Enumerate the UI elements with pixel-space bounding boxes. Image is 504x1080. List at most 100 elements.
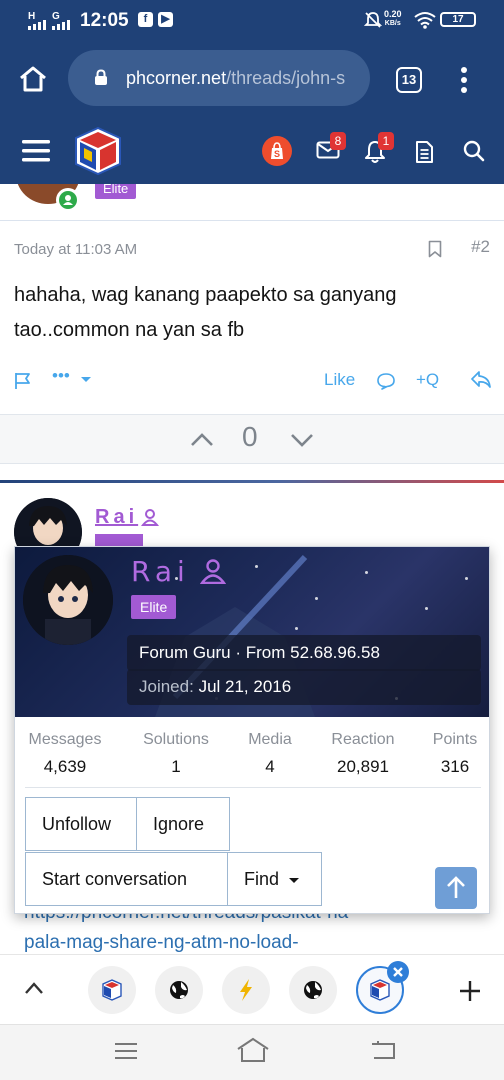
site-header: S 8 1: [0, 120, 504, 184]
post-divider-gradient: [0, 480, 504, 483]
post-username[interactable]: Rai: [95, 506, 138, 529]
user-icon: [200, 559, 226, 584]
arrow-up-icon: [447, 876, 465, 898]
stat-media-label[interactable]: Media: [239, 731, 301, 749]
browser-toolbar: phcorner.net/threads/john-s 13: [0, 40, 504, 120]
chevron-up-icon[interactable]: [24, 981, 44, 995]
tab-switcher-button[interactable]: 13: [396, 67, 422, 93]
divider: [25, 787, 481, 788]
globe-icon: [170, 981, 188, 999]
like-button[interactable]: Like: [324, 370, 355, 390]
online-person-icon: [59, 191, 77, 209]
shop-button[interactable]: S: [262, 136, 292, 166]
card-title-line: Forum Guru · From 52.68.96.58: [127, 635, 481, 671]
tab-thumbnail[interactable]: [222, 966, 270, 1014]
vote-bar: 0: [0, 414, 504, 464]
signal-bars-icon-2: [52, 20, 70, 30]
online-status: [56, 188, 80, 212]
recents-menu-icon[interactable]: [114, 1041, 138, 1061]
post-body: hahaha, wag kanang paapekto sa ganyang t…: [14, 284, 397, 341]
unfollow-button[interactable]: Unfollow: [25, 797, 137, 851]
tab-thumbnail[interactable]: [88, 966, 136, 1014]
comment-icon[interactable]: [376, 372, 396, 390]
lock-icon: [95, 69, 107, 85]
banner-star: [315, 597, 318, 600]
home-icon[interactable]: [18, 65, 48, 93]
url-text: phcorner.net/threads/john-s: [126, 68, 345, 89]
status-bar: H G 12:05 f ▶ 0.20 KB/s 17: [0, 0, 504, 40]
card-username[interactable]: Rai: [131, 555, 190, 588]
network-speed-value: 0.20: [384, 9, 402, 19]
battery-indicator: 17: [440, 12, 476, 27]
card-rank-badge: Elite: [131, 595, 177, 619]
facebook-notification-icon: f: [138, 12, 153, 27]
banner-star: [465, 577, 468, 580]
svg-text:S: S: [274, 149, 280, 159]
search-icon[interactable]: [463, 140, 485, 162]
tab-thumbnail[interactable]: [155, 966, 203, 1014]
tab-thumbnail[interactable]: [289, 966, 337, 1014]
back-icon[interactable]: [370, 1041, 396, 1061]
chevron-up-icon[interactable]: [190, 431, 214, 447]
new-tab-plus-icon[interactable]: [458, 979, 482, 1003]
browser-tab-strip: [0, 954, 504, 1024]
home-icon[interactable]: [236, 1037, 270, 1065]
stat-points-label[interactable]: Points: [425, 731, 485, 749]
vote-score: 0: [242, 421, 258, 452]
stat-solutions-value[interactable]: 1: [133, 757, 219, 777]
chevron-down-icon: [81, 377, 91, 382]
ignore-button[interactable]: Ignore: [136, 797, 230, 851]
rank-badge: Elite: [95, 184, 137, 199]
avatar-anime-icon: [23, 555, 113, 645]
hamburger-menu-icon[interactable]: [22, 139, 50, 163]
chevron-down-icon[interactable]: [290, 433, 314, 449]
report-flag-icon[interactable]: [14, 372, 32, 390]
stat-points-value[interactable]: 316: [425, 757, 485, 777]
network-speed-unit: KB/s: [384, 20, 401, 27]
network-speed: 0.20 KB/s: [384, 10, 402, 28]
user-icon: [141, 509, 159, 526]
wifi-icon: [414, 12, 436, 29]
document-icon[interactable]: [414, 140, 434, 164]
url-domain: phcorner.net: [126, 68, 227, 88]
stat-media-value[interactable]: 4: [239, 757, 301, 777]
inbox-badge: 8: [330, 132, 346, 150]
stat-solutions-label[interactable]: Solutions: [133, 731, 219, 749]
shopping-bag-icon: S: [271, 142, 283, 159]
more-options-button[interactable]: •••: [52, 366, 70, 386]
address-bar[interactable]: phcorner.net/threads/john-s: [68, 50, 370, 106]
signal-bars-icon: [28, 20, 46, 30]
url-path: /threads/john-s: [226, 68, 346, 88]
youtube-notification-icon: ▶: [158, 12, 173, 27]
divider: [0, 220, 504, 221]
caret-down-icon: [289, 878, 300, 883]
stat-reaction-label[interactable]: Reaction: [321, 731, 405, 749]
stat-messages-value[interactable]: 4,639: [25, 757, 105, 777]
post-number[interactable]: #2: [471, 237, 490, 257]
quote-button[interactable]: +Q: [416, 370, 439, 390]
stat-messages-label[interactable]: Messages: [25, 731, 105, 749]
globe-icon: [304, 981, 322, 999]
post-link-line-2[interactable]: pala-mag-share-ng-atm-no-load-: [24, 932, 299, 954]
stat-reaction-value[interactable]: 20,891: [321, 757, 405, 777]
find-dropdown-button[interactable]: Find: [227, 852, 322, 906]
clock-time: 12:05: [80, 10, 129, 31]
post-timestamp[interactable]: Today at 11:03 AM: [14, 241, 137, 258]
close-tab-button[interactable]: [387, 961, 409, 983]
find-label: Find: [244, 869, 280, 889]
member-tooltip-card: Rai Elite Forum Guru · From 52.68.96.58 …: [14, 546, 490, 914]
start-conversation-button[interactable]: Start conversation: [25, 852, 228, 906]
card-avatar[interactable]: [23, 555, 113, 645]
overflow-menu-icon[interactable]: [460, 67, 468, 93]
joined-label: Joined:: [139, 677, 194, 696]
lightning-icon: [240, 979, 252, 1001]
close-icon: [393, 967, 403, 977]
scroll-to-top-button[interactable]: [435, 867, 477, 909]
site-favicon-icon: [102, 979, 122, 1001]
bookmark-icon[interactable]: [428, 240, 442, 258]
reply-icon[interactable]: [470, 370, 492, 390]
banner-star: [365, 571, 368, 574]
banner-star: [425, 607, 428, 610]
site-logo[interactable]: [74, 126, 122, 176]
system-navigation-bar: [0, 1024, 504, 1080]
